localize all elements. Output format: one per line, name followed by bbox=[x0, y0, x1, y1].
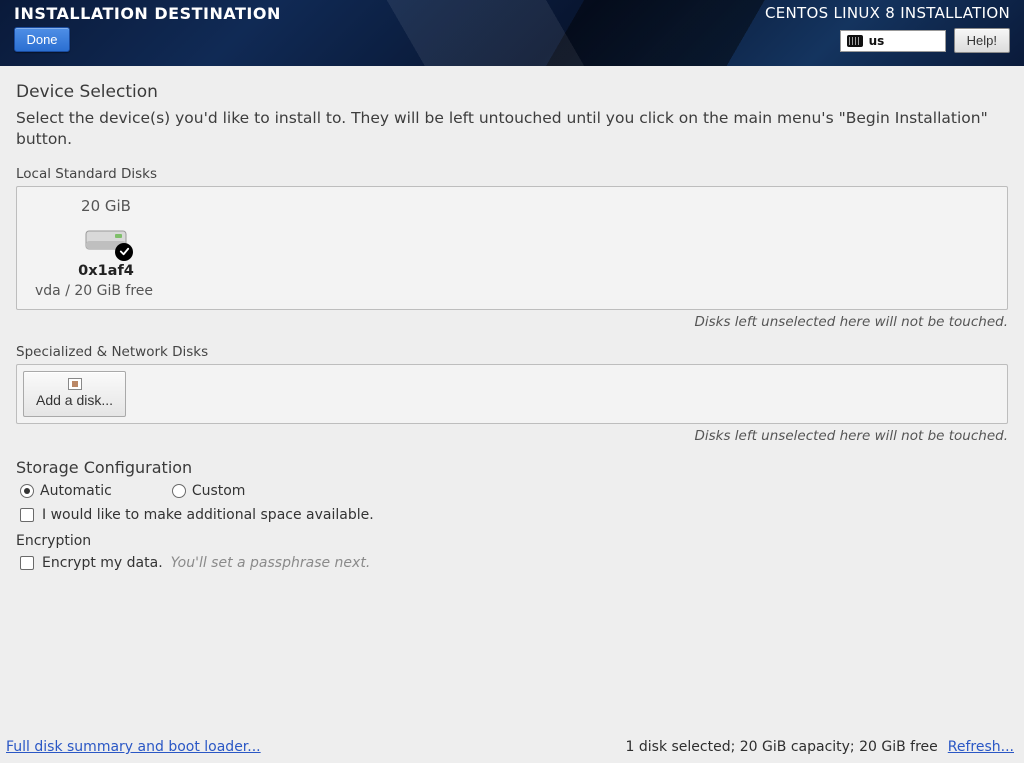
top-banner: INSTALLATION DESTINATION Done CENTOS LIN… bbox=[0, 0, 1024, 66]
network-disks-panel: Add a disk... bbox=[16, 364, 1008, 424]
page-title: INSTALLATION DESTINATION bbox=[14, 4, 281, 23]
checkbox-make-space[interactable]: I would like to make additional space av… bbox=[20, 507, 1008, 523]
footer-status: 1 disk selected; 20 GiB capacity; 20 GiB… bbox=[626, 739, 938, 755]
local-disks-note: Disks left unselected here will not be t… bbox=[16, 314, 1008, 330]
radio-automatic[interactable]: Automatic bbox=[20, 483, 112, 499]
make-space-label: I would like to make additional space av… bbox=[42, 507, 374, 523]
add-disk-button[interactable]: Add a disk... bbox=[23, 371, 126, 417]
radio-dot-icon bbox=[172, 484, 186, 498]
keyboard-layout-label: us bbox=[869, 34, 885, 48]
network-disks-heading: Specialized & Network Disks bbox=[16, 344, 1008, 360]
keyboard-icon bbox=[847, 35, 863, 47]
local-disks-panel: 20 GiB 0x1af4 vda / 20 GiB free bbox=[16, 186, 1008, 310]
help-button[interactable]: Help! bbox=[954, 28, 1010, 53]
full-disk-summary-link[interactable]: Full disk summary and boot loader... bbox=[6, 739, 261, 755]
radio-custom-label: Custom bbox=[192, 483, 246, 499]
radio-dot-icon bbox=[20, 484, 34, 498]
selected-check-icon bbox=[115, 243, 133, 261]
encrypt-hint: You'll set a passphrase next. bbox=[171, 555, 371, 571]
storage-config-heading: Storage Configuration bbox=[16, 458, 1008, 477]
encrypt-label: Encrypt my data. bbox=[42, 555, 163, 571]
checkbox-icon bbox=[20, 508, 34, 522]
device-selection-intro: Select the device(s) you'd like to insta… bbox=[16, 108, 1008, 150]
add-disk-label: Add a disk... bbox=[36, 392, 113, 408]
main-content: Device Selection Select the device(s) yo… bbox=[0, 66, 1024, 571]
device-selection-heading: Device Selection bbox=[16, 82, 1008, 102]
disk-icon bbox=[83, 223, 129, 257]
radio-automatic-label: Automatic bbox=[40, 483, 112, 499]
done-button[interactable]: Done bbox=[14, 27, 70, 52]
encryption-heading: Encryption bbox=[16, 533, 1008, 549]
disk-size: 20 GiB bbox=[81, 197, 131, 215]
radio-custom[interactable]: Custom bbox=[172, 483, 246, 499]
add-disk-icon bbox=[68, 378, 82, 390]
disk-model: 0x1af4 bbox=[78, 263, 134, 279]
installer-brand: CENTOS LINUX 8 INSTALLATION bbox=[765, 4, 1010, 22]
checkbox-encrypt[interactable]: Encrypt my data. You'll set a passphrase… bbox=[20, 555, 1008, 571]
footer-bar: Full disk summary and boot loader... 1 d… bbox=[0, 733, 1024, 763]
network-disks-note: Disks left unselected here will not be t… bbox=[16, 428, 1008, 444]
keyboard-layout-indicator[interactable]: us bbox=[840, 30, 946, 52]
disk-path-line: vda / 20 GiB free bbox=[35, 283, 153, 299]
checkbox-icon bbox=[20, 556, 34, 570]
refresh-link[interactable]: Refresh... bbox=[948, 739, 1014, 755]
local-disks-heading: Local Standard Disks bbox=[16, 166, 1008, 182]
disk-tile-vda[interactable]: 20 GiB 0x1af4 vda / 20 GiB free bbox=[31, 197, 181, 299]
